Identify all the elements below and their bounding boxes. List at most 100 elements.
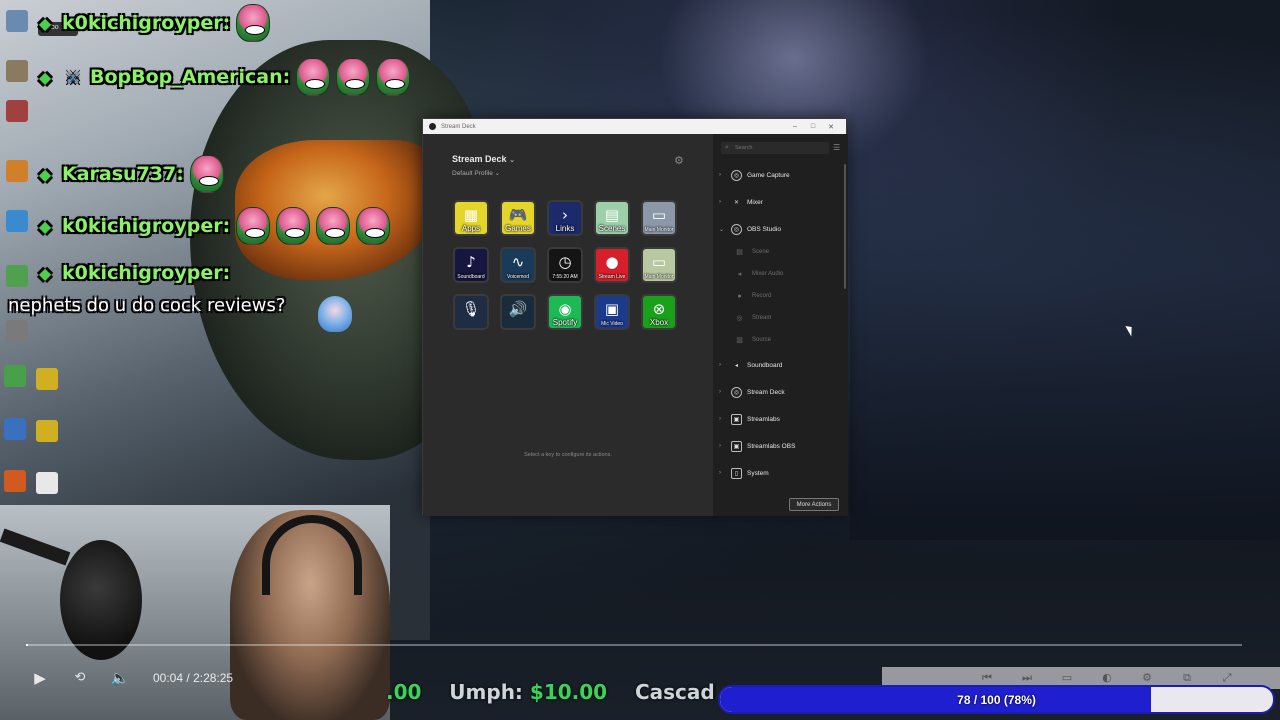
category-game-capture[interactable]: › ◎ Game Capture [719,166,839,184]
source-icon: ▥ [736,337,743,344]
deck-key[interactable]: ▦ Apps [453,200,489,236]
category-label: System [747,469,769,477]
frog-emote-icon [296,58,331,96]
system-icon: ▯ [731,467,742,479]
chevron-right-icon: › [719,443,721,449]
gem-badge-icon: ◆ [38,164,52,184]
profile-name: Default Profile [452,170,493,177]
desktop-icon[interactable] [36,472,58,494]
gear-icon[interactable]: ⚙ [674,154,684,167]
volume-icon[interactable]: 🔈 [110,668,130,688]
desktop-icon[interactable] [6,265,28,287]
gem-badge-icon: ◆ [38,13,52,33]
chevron-right-icon: › [719,416,721,422]
key-glyph-icon: 🎮 [508,206,528,224]
key-glyph-icon: ⊗ [652,300,666,318]
category-stream-deck[interactable]: › ◎ Stream Deck [719,383,839,401]
deck-key[interactable]: ♪ Soundboard [453,247,489,283]
frog-emote-icon [236,207,271,245]
key-grid: ▦ Apps 🎮 Games › Links ▤ Scenes ▭ Main Monitor ♪ So… [453,200,677,330]
play-icon[interactable]: ▶ [30,668,50,688]
device-dropdown[interactable]: Stream Deck ⌄ [452,154,515,164]
desktop-icon[interactable] [6,160,28,182]
desktop-icon[interactable] [4,418,26,440]
deck-key[interactable]: ▭ Main Monitor [641,200,677,236]
action-label: Record [752,293,772,299]
frog-emote-icon [336,58,371,96]
action-mixer-audio[interactable]: ◂ Mixer Audio [735,267,835,281]
desktop-icon[interactable] [36,420,58,442]
seek-bar[interactable] [26,644,1242,646]
key-label: Soundboard [457,274,485,280]
deck-key[interactable]: ▣ Mic Video [594,294,630,330]
actions-scrollbar[interactable] [844,164,846,289]
search-input[interactable]: ⌕ Search [721,142,829,154]
deck-key[interactable]: ▭ Main Monitor [641,247,677,283]
obs-icon: ◎ [731,223,742,235]
deck-key[interactable]: ▤ Scenes [594,200,630,236]
close-icon[interactable]: ✕ [822,123,840,131]
deck-key[interactable]: ◷ 7:55:20 AM [547,247,583,283]
desktop-icon[interactable] [4,365,26,387]
category-system[interactable]: › ▯ System [719,464,839,482]
key-glyph-icon: › [562,206,568,224]
window-titlebar[interactable]: Stream Deck – □ ✕ [423,119,846,134]
key-label: Stream Live [598,274,626,280]
deck-key[interactable]: ∿ Voicemod [500,247,536,283]
key-glyph-icon: ◷ [558,253,572,271]
category-label: Stream Deck [747,388,785,396]
deck-key[interactable]: ● Stream Live [594,247,630,283]
desktop-icon[interactable] [36,368,58,390]
chevron-down-icon: ⌄ [719,226,725,233]
chat-message: ◆ Karasu737: [34,155,224,193]
desktop-icon[interactable] [6,210,28,232]
maximize-icon[interactable]: □ [804,123,822,130]
goal-bar: 78 / 100 (78%) [718,685,1275,714]
profile-dropdown[interactable]: Default Profile ⌄ [452,169,500,177]
action-record[interactable]: ● Record [735,289,835,303]
category-label: Soundboard [747,361,783,369]
key-glyph-icon: ▤ [604,206,620,224]
category-obs-studio[interactable]: ⌄ ◎ OBS Studio [719,220,839,238]
action-stream[interactable]: ◎ Stream [735,311,835,325]
device-name: Stream Deck [452,154,507,164]
category-streamlabs-obs[interactable]: › ▣ Streamlabs OBS [719,437,839,455]
desktop-icon[interactable] [6,320,28,342]
speaker-icon: ◂ [737,271,742,278]
action-label: Mixer Audio [752,271,784,277]
rewind-10-icon[interactable]: ⟲ [70,668,90,688]
chat-username: BopBop_American: [90,66,291,88]
chevron-down-icon: ⌄ [509,157,515,164]
chat-username: k0kichigroyper: [62,12,231,34]
key-label: Xbox [649,318,669,327]
search-icon: ⌕ [725,144,729,151]
deck-key[interactable]: ⊗ Xbox [641,294,677,330]
action-source[interactable]: ▥ Source [735,333,835,347]
key-glyph-icon: ▦ [463,206,479,224]
category-soundboard[interactable]: › ◂ Soundboard [719,356,839,374]
deck-key[interactable]: ◉ Spotify [547,294,583,330]
list-view-icon[interactable]: ☰ [833,143,840,152]
key-label: Links [555,224,575,233]
desktop-icon[interactable] [4,470,26,492]
chat-message: nephets do u do cock reviews? [8,295,285,316]
streamlabs-icon: ▣ [731,413,742,425]
key-glyph-icon: ♪ [466,253,476,271]
deck-key[interactable]: › Links [547,200,583,236]
more-actions-button[interactable]: More Actions [789,498,839,511]
deck-key[interactable]: 🔊 [500,294,536,330]
chat-message: ◆ k0kichigroyper: [34,207,391,245]
desktop-icon[interactable] [6,10,28,32]
category-streamlabs[interactable]: › ▣ Streamlabs [719,410,839,428]
key-label: Voicemod [507,274,529,280]
chevron-right-icon: › [719,199,721,205]
minimize-icon[interactable]: – [786,123,804,130]
deck-key[interactable]: 🎮 Games [500,200,536,236]
action-label: Source [752,337,772,343]
key-glyph-icon: ▭ [651,206,667,224]
desktop-icon[interactable] [6,60,28,82]
action-scene[interactable]: ▤ Scene [735,245,835,259]
category-mixer[interactable]: › ✕ Mixer [719,193,839,211]
deck-key[interactable]: 🎙 [453,294,489,330]
desktop-icon[interactable] [6,100,28,122]
